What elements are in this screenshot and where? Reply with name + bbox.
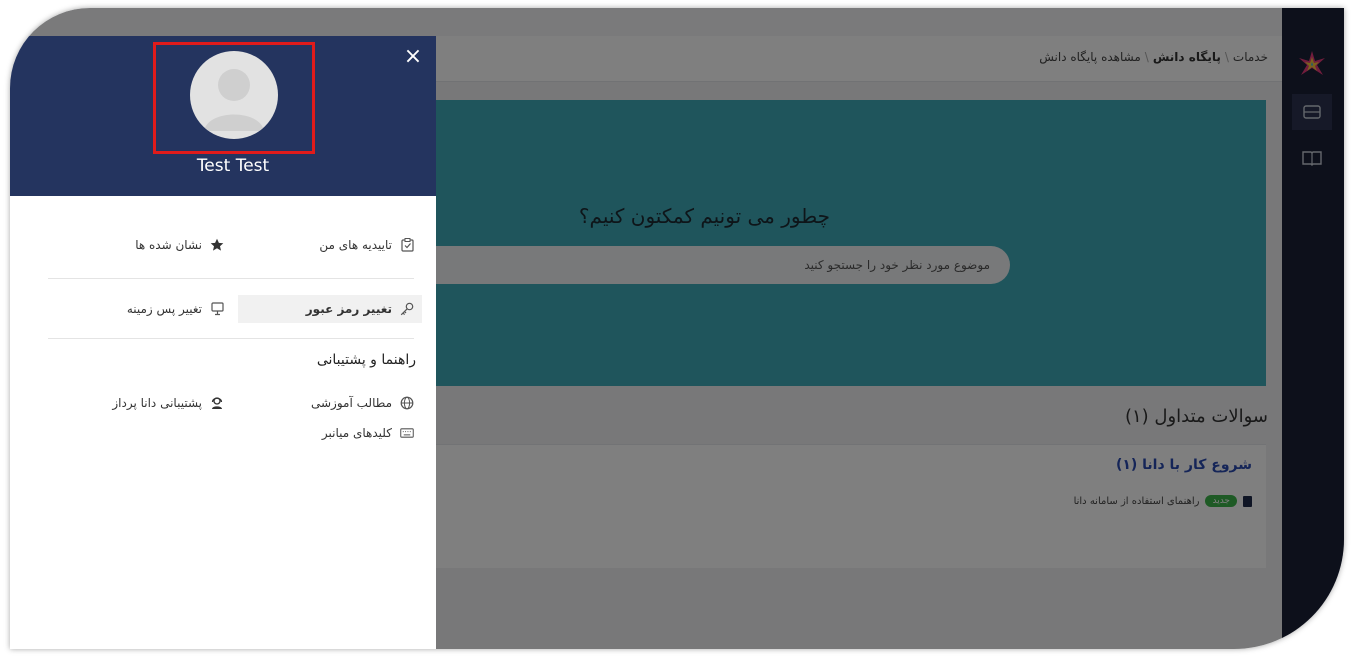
menu-item-label: کلیدهای میانبر xyxy=(321,426,392,440)
drawer-header: × Test Test xyxy=(10,36,436,196)
divider xyxy=(48,278,414,279)
close-icon[interactable]: × xyxy=(400,44,426,70)
menu-item-label: پشتیبانی دانا پرداز xyxy=(112,396,202,410)
key-icon xyxy=(400,302,414,316)
menu-item-label: مطالب آموزشی xyxy=(311,396,392,410)
menu-item-change-password[interactable]: تغییر رمز عبور xyxy=(238,295,422,323)
menu-item-approvals[interactable]: تاییدیه های من xyxy=(319,238,414,252)
avatar-highlight xyxy=(153,42,315,154)
keyboard-icon xyxy=(400,426,414,440)
menu-item-change-background[interactable]: تغییر پس زمینه xyxy=(127,302,224,316)
profile-drawer: × Test Test تاییدیه های من نشان شده ها ت… xyxy=(10,36,436,649)
globe-icon xyxy=(400,396,414,410)
support-agent-icon xyxy=(210,396,224,410)
monitor-icon xyxy=(210,302,224,316)
menu-item-tutorials[interactable]: مطالب آموزشی xyxy=(311,396,414,410)
clipboard-check-icon xyxy=(400,238,414,252)
avatar[interactable] xyxy=(190,51,278,139)
star-icon xyxy=(210,238,224,252)
app-frame: خدمات\پایگاه دانش\مشاهده پایگاه دانش چطو… xyxy=(10,8,1344,649)
menu-item-support[interactable]: پشتیبانی دانا پرداز xyxy=(112,396,224,410)
menu-item-label: تغییر پس زمینه xyxy=(126,302,202,316)
menu-item-label: تاییدیه های من xyxy=(319,238,392,252)
user-name: Test Test xyxy=(196,156,270,176)
menu-item-label: نشان شده ها xyxy=(135,238,202,252)
menu-item-bookmarks[interactable]: نشان شده ها xyxy=(135,238,224,252)
app: خدمات\پایگاه دانش\مشاهده پایگاه دانش چطو… xyxy=(10,8,1344,649)
divider xyxy=(48,338,414,339)
help-section-title: راهنما و پشتیبانی xyxy=(316,352,416,368)
menu-item-shortcuts[interactable]: کلیدهای میانبر xyxy=(322,426,414,440)
menu-item-label: تغییر رمز عبور xyxy=(305,302,392,316)
